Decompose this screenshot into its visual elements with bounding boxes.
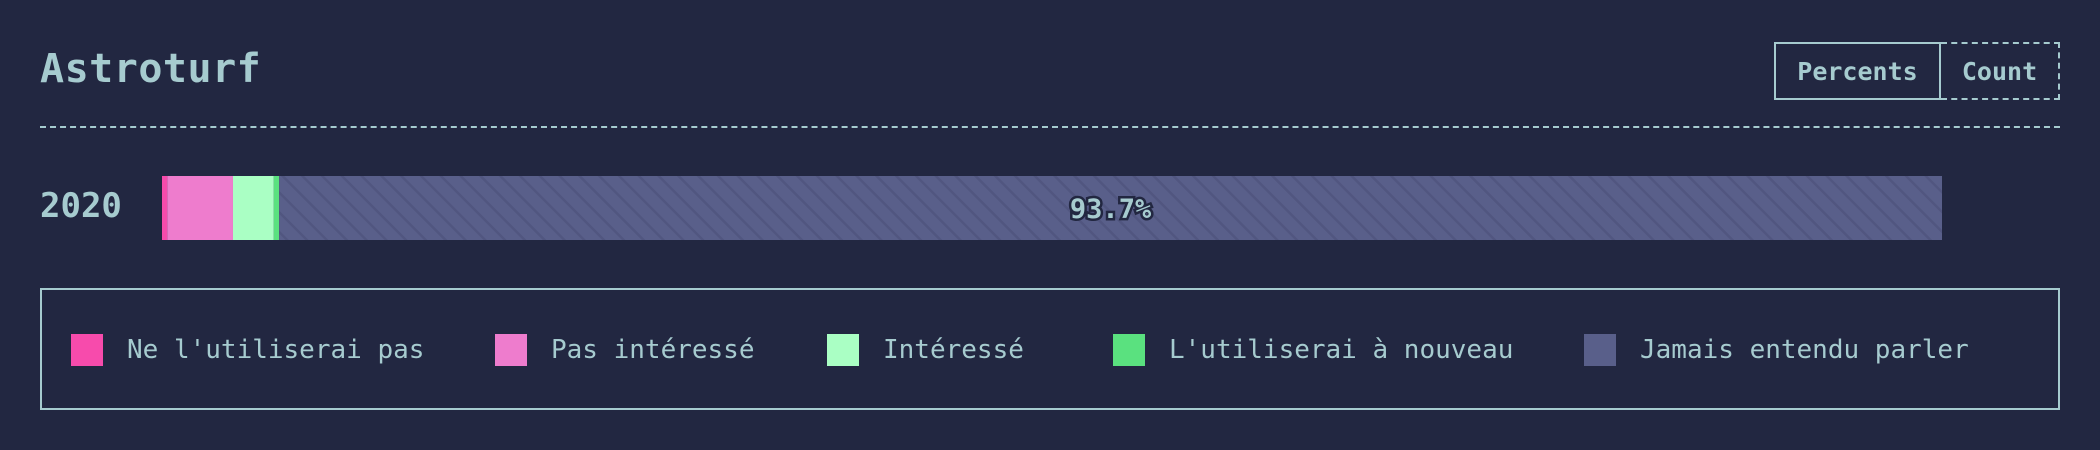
legend-label: Jamais entendu parler [1640, 335, 1969, 365]
legend-swatch-never-heard [1584, 334, 1616, 366]
bar-segment-l-utiliserai-a-nouveau[interactable] [273, 176, 280, 240]
legend: Ne l'utiliserai pas Pas intéressé Intére… [40, 288, 2060, 410]
legend-swatch-would-not-use [71, 334, 103, 366]
legend-swatch-interested [827, 334, 859, 366]
legend-item-never-heard[interactable]: Jamais entendu parler [1584, 334, 1969, 366]
row-label-2020: 2020 [40, 186, 122, 226]
chart-container: Astroturf Percents Count 2020 93.7% Ne l… [40, 0, 2060, 450]
bar-segments: 93.7% [162, 176, 1942, 240]
legend-item-would-use-again[interactable]: L'utiliserai à nouveau [1113, 334, 1513, 366]
stacked-bar-chart: 93.7% [162, 176, 1942, 240]
legend-label: Pas intéressé [551, 335, 755, 365]
header-divider [40, 126, 2060, 128]
legend-label: Intéressé [883, 335, 1024, 365]
percents-button[interactable]: Percents [1774, 42, 1941, 100]
bar-segment-ne-l-utiliserai-pas[interactable] [162, 176, 168, 240]
legend-item-would-not-use[interactable]: Ne l'utiliserai pas [71, 334, 424, 366]
mode-toggle: Percents Count [1774, 42, 2060, 102]
legend-item-interested[interactable]: Intéressé [827, 334, 1024, 366]
chart-header: Astroturf Percents Count [40, 38, 2060, 128]
bar-data-label: 93.7% [1070, 194, 1152, 225]
legend-swatch-not-interested [495, 334, 527, 366]
legend-label: Ne l'utiliserai pas [127, 335, 425, 365]
legend-item-not-interested[interactable]: Pas intéressé [495, 334, 755, 366]
legend-swatch-would-use-again [1113, 334, 1145, 366]
count-button[interactable]: Count [1941, 42, 2060, 100]
bar-segment-interesse[interactable] [232, 176, 274, 240]
chart-title: Astroturf [40, 46, 262, 92]
legend-label: L'utiliserai à nouveau [1169, 335, 1514, 365]
bar-segment-pas-interesse[interactable] [167, 176, 233, 240]
